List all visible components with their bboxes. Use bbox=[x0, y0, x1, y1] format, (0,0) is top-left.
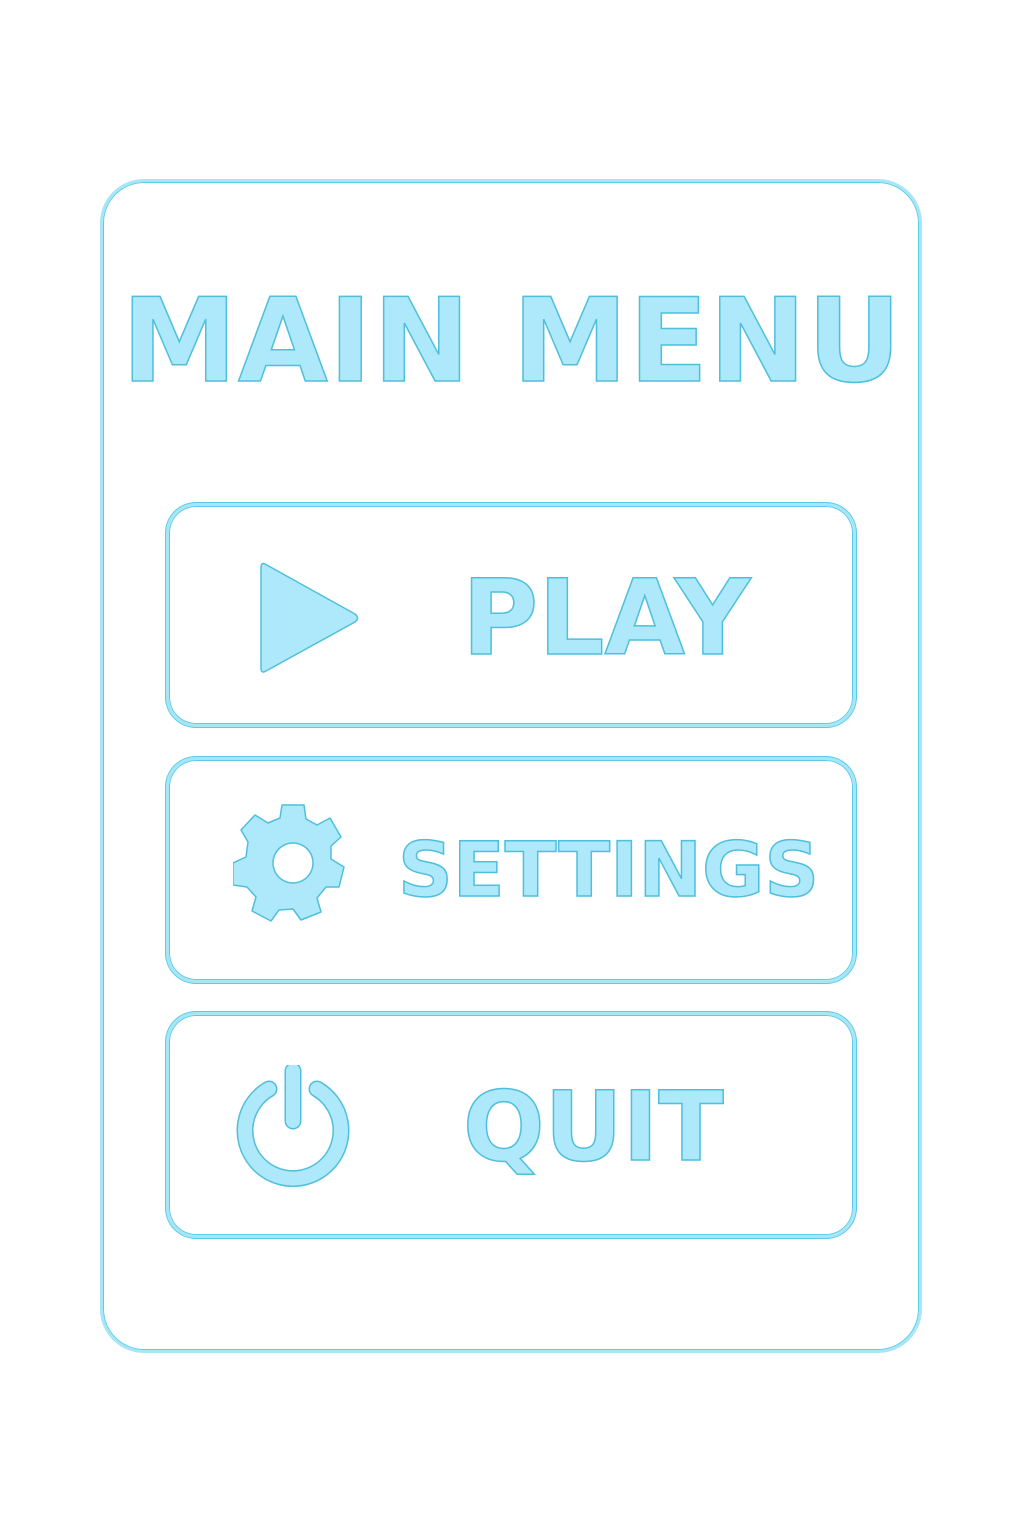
settings-label: SETTINGS bbox=[397, 825, 820, 914]
gear-icon bbox=[232, 803, 353, 923]
power-icon bbox=[235, 1062, 351, 1188]
play-icon bbox=[257, 558, 361, 678]
play-label: PLAY bbox=[461, 557, 751, 679]
quit-button[interactable]: QUIT bbox=[166, 1012, 856, 1238]
settings-button[interactable]: SETTINGS bbox=[166, 757, 856, 983]
menu-title: MAIN MENU bbox=[121, 274, 903, 409]
quit-label: QUIT bbox=[462, 1071, 724, 1183]
play-button[interactable]: PLAY bbox=[166, 503, 856, 727]
